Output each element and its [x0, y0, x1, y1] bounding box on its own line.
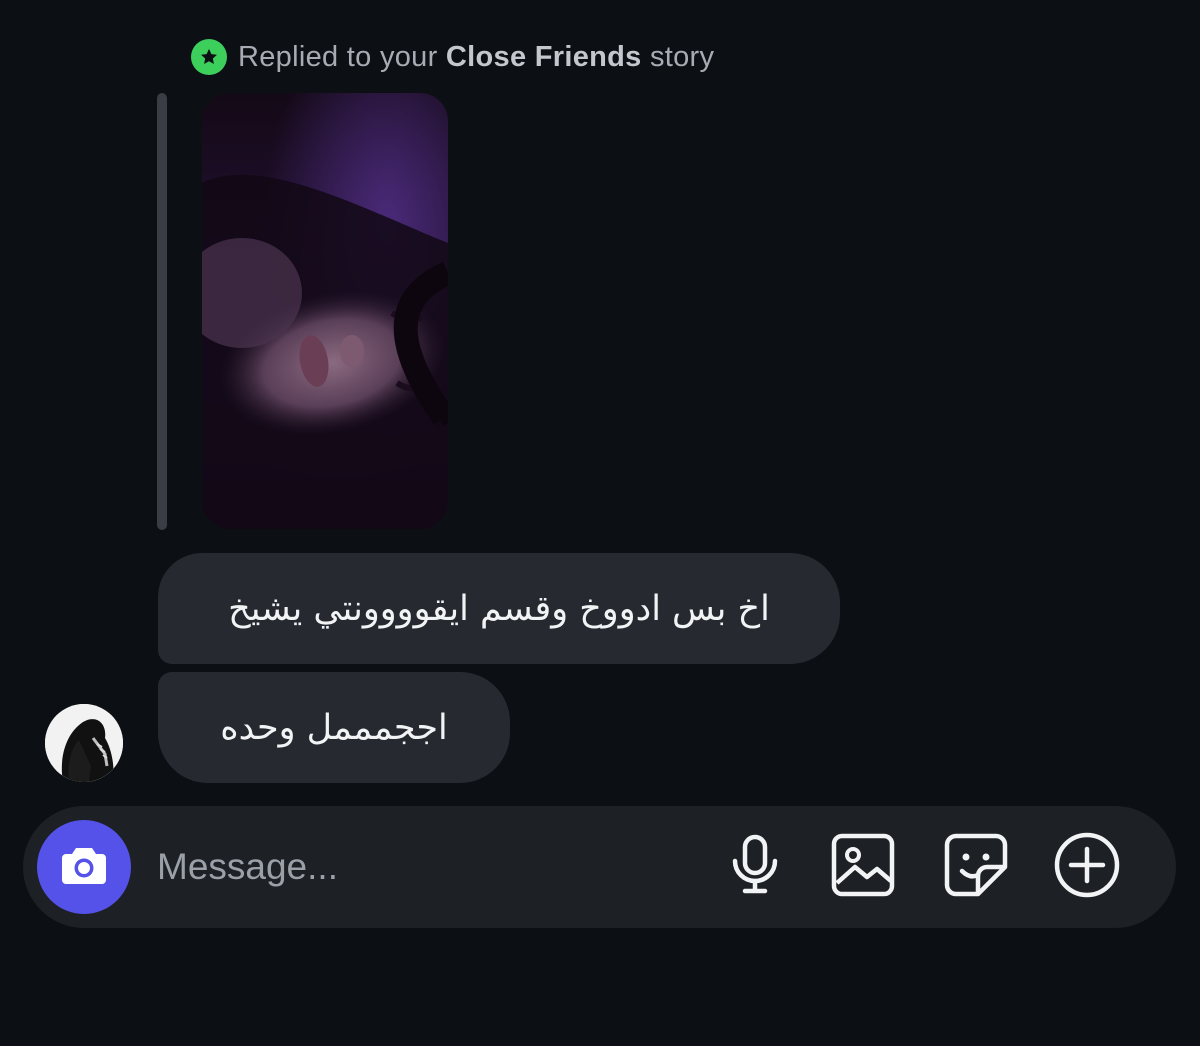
- more-options-button[interactable]: [1052, 832, 1122, 902]
- reply-thread-bar: [157, 93, 167, 530]
- gallery-button[interactable]: [828, 832, 898, 902]
- voice-message-button[interactable]: [720, 832, 790, 902]
- plus-icon: [1054, 832, 1120, 903]
- message-text: اججمممل وحده: [220, 707, 448, 748]
- dm-thread-screen: Replied to your Close Friends story اخ ب…: [0, 0, 1200, 1046]
- sticker-icon: [944, 833, 1008, 902]
- reply-header-suffix: story: [641, 40, 715, 73]
- story-reply-header: Replied to your Close Friends story: [191, 38, 714, 76]
- reply-header-prefix: Replied to your: [238, 40, 446, 73]
- sticker-button[interactable]: [941, 832, 1011, 902]
- message-bubble[interactable]: اججمممل وحده: [158, 672, 510, 783]
- message-bubble[interactable]: اخ بس ادووخ وقسم ايقوووونتي يشيخ: [158, 553, 840, 664]
- close-friends-star-icon: [191, 39, 227, 75]
- message-text: اخ بس ادووخ وقسم ايقوووونتي يشيخ: [228, 588, 770, 629]
- camera-button[interactable]: [37, 820, 131, 914]
- reply-header-close-friends: Close Friends: [445, 40, 642, 73]
- microphone-icon: [728, 833, 782, 902]
- story-thumbnail[interactable]: [202, 93, 448, 529]
- message-composer: [23, 806, 1176, 928]
- sender-avatar[interactable]: [45, 704, 123, 782]
- camera-icon: [61, 845, 107, 890]
- message-input[interactable]: [157, 836, 677, 898]
- gallery-icon: [831, 833, 895, 902]
